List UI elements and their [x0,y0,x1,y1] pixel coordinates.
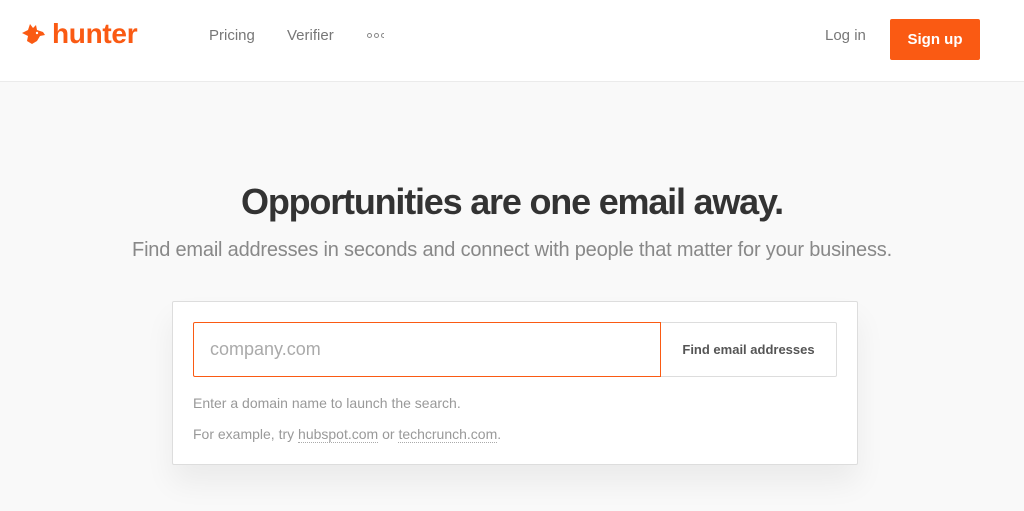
signup-button[interactable]: Sign up [890,19,980,60]
domain-search-card: Find email addresses Enter a domain name… [172,301,858,465]
dot [374,32,379,38]
example-prefix: For example, try [193,426,299,442]
dot [367,32,372,38]
top-navbar: hunter Pricing Verifier Log in Sign up [0,0,1024,82]
dot [381,32,384,38]
nav-pricing[interactable]: Pricing [209,26,255,46]
example-joiner: or [378,426,399,442]
find-email-addresses-button[interactable]: Find email addresses [661,322,837,377]
search-example: For example, try hubspot.com or techcrun… [193,425,501,443]
example-link-hubspot[interactable]: hubspot.com [298,426,379,443]
hunter-logo[interactable]: hunter [20,17,138,51]
domain-input[interactable] [193,322,661,377]
brand-name: hunter [52,18,138,49]
more-dots-icon[interactable] [367,28,384,42]
hero-subtitle: Find email addresses in seconds and conn… [132,239,892,261]
fox-head-icon [22,24,45,44]
nav-verifier[interactable]: Verifier [287,26,334,46]
login-link[interactable]: Log in [825,26,866,46]
hero-title: Opportunities are one email away. [241,181,784,222]
search-hint: Enter a domain name to launch the search… [193,395,461,411]
example-link-techcrunch[interactable]: techcrunch.com [398,426,498,443]
example-suffix: . [497,426,502,442]
